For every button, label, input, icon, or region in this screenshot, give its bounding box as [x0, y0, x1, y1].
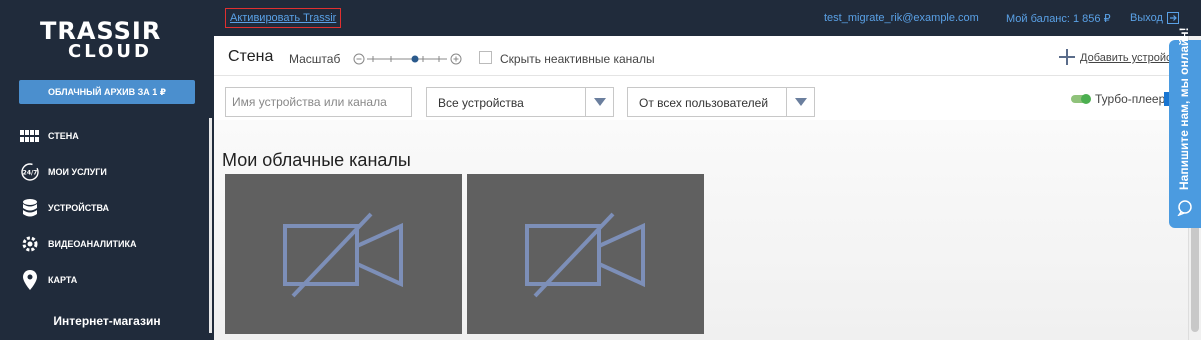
- sidebar-item-devices[interactable]: УСТРОЙСТВА: [0, 190, 210, 226]
- activate-trassir-link[interactable]: Активировать Trassir: [225, 8, 342, 28]
- top-bar: Активировать Trassir test_migrate_rik@ex…: [214, 0, 1201, 36]
- map-pin-icon: [19, 269, 41, 291]
- users-select[interactable]: От всех пользователей: [627, 87, 815, 117]
- sidebar-item-label: ВИДЕОАНАЛИТИКА: [48, 239, 137, 249]
- channels-section: Мои облачные каналы: [214, 120, 1188, 340]
- user-email-link[interactable]: test_migrate_rik@example.com: [824, 12, 979, 24]
- trassir-cloud-logo[interactable]: TRASSIR CLOUD: [40, 18, 175, 68]
- logout-icon[interactable]: [1167, 12, 1179, 24]
- database-icon: [19, 197, 41, 219]
- sidebar-item-videoanalytics[interactable]: ВИДЕОАНАЛИТИКА: [0, 226, 210, 262]
- camera-off-icon: [283, 212, 403, 298]
- brain-gear-icon: [19, 233, 41, 255]
- turbo-player-label: Турбо-плеер: [1095, 92, 1166, 106]
- balance-label[interactable]: Мой баланс: 1 856 ₽: [1006, 12, 1111, 25]
- services-24-7-icon: 24/7: [19, 161, 41, 183]
- sidebar-item-label: СТЕНА: [48, 131, 79, 141]
- wall-toolbar: Стена Масштаб Скрыть неактивные каналы Д…: [214, 36, 1188, 76]
- online-shop-link[interactable]: Интернет-магазин: [0, 314, 214, 328]
- chevron-down-icon: [786, 88, 814, 116]
- section-title: Мои облачные каналы: [222, 150, 411, 170]
- scale-label: Масштаб: [289, 52, 341, 66]
- online-chat-tab[interactable]: Напишите нам, мы онлайн!: [1169, 27, 1201, 228]
- main-area: Стена Масштаб Скрыть неактивные каналы Д…: [214, 36, 1188, 340]
- wall-icon: [19, 125, 41, 147]
- channel-tile[interactable]: [225, 174, 462, 334]
- filters-row: Все устройства От всех пользователей Тур…: [214, 76, 1188, 120]
- sidebar-nav: СТЕНА 24/7 МОИ УСЛУГИ УСТРОЙСТВА ВИДЕОАН…: [0, 118, 210, 298]
- camera-off-icon: [525, 212, 645, 298]
- devices-select[interactable]: Все устройства: [426, 87, 614, 117]
- hide-inactive-label[interactable]: Скрыть неактивные каналы: [500, 52, 655, 66]
- chat-tab-label: Напишите нам, мы онлайн!: [1177, 27, 1191, 190]
- device-search-input[interactable]: [225, 87, 412, 117]
- chevron-down-icon: [585, 88, 613, 116]
- devices-select-value: Все устройства: [438, 96, 524, 110]
- hide-inactive-checkbox[interactable]: [479, 51, 492, 64]
- logout-link[interactable]: Выход: [1130, 12, 1163, 24]
- plus-icon: [1059, 49, 1075, 65]
- svg-text:24/7: 24/7: [23, 170, 38, 177]
- toggle-knob: [1081, 94, 1091, 104]
- sidebar-item-wall[interactable]: СТЕНА: [0, 118, 210, 154]
- sidebar-item-label: МОИ УСЛУГИ: [48, 167, 107, 177]
- logo-text-cloud: CLOUD: [68, 41, 152, 62]
- sidebar-item-label: КАРТА: [48, 275, 78, 285]
- turbo-player-toggle[interactable]: [1071, 94, 1091, 104]
- sidebar-item-services[interactable]: 24/7 МОИ УСЛУГИ: [0, 154, 210, 190]
- sidebar-item-label: УСТРОЙСТВА: [48, 203, 110, 213]
- sidebar-scrollbar[interactable]: [209, 118, 212, 333]
- sidebar: TRASSIR CLOUD ОБЛАЧНЫЙ АРХИВ ЗА 1 ₽ СТЕН…: [0, 0, 214, 340]
- sidebar-item-map[interactable]: КАРТА: [0, 262, 210, 298]
- chat-bubble-icon: [1177, 200, 1192, 216]
- users-select-value: От всех пользователей: [639, 96, 769, 110]
- cloud-archive-button[interactable]: ОБЛАЧНЫЙ АРХИВ ЗА 1 ₽: [19, 80, 195, 104]
- channel-tile[interactable]: [467, 174, 704, 334]
- page-title: Стена: [228, 48, 274, 65]
- zoom-slider[interactable]: [353, 52, 463, 66]
